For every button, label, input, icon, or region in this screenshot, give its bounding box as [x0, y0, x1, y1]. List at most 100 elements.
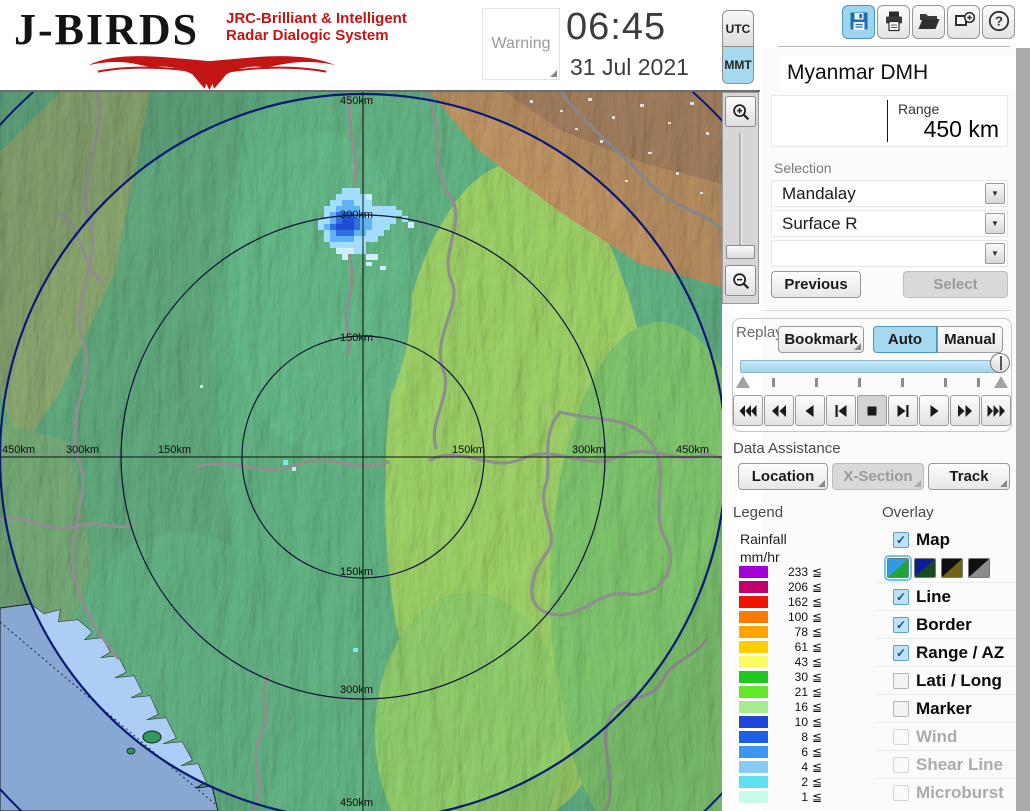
legend-value: 43 — [768, 655, 808, 669]
svg-text:300km: 300km — [340, 684, 373, 696]
overlay-item-lati-long[interactable]: Lati / Long — [875, 666, 1016, 694]
lte-symbol: ≦ — [812, 715, 822, 729]
play-reverse-icon — [801, 404, 819, 418]
section-divider — [765, 310, 1012, 311]
save-button[interactable] — [842, 5, 875, 39]
previous-button[interactable]: Previous — [771, 271, 861, 298]
help-button[interactable]: ? — [982, 5, 1015, 39]
manual-mode-button[interactable]: Manual — [937, 326, 1003, 353]
replay-timeline-track[interactable] — [740, 360, 1003, 373]
rewind-icon — [770, 404, 788, 418]
timeline-start-marker — [736, 376, 750, 388]
svg-text:450km: 450km — [2, 444, 35, 456]
track-button[interactable]: Track — [928, 463, 1010, 490]
radar-map[interactable]: 450km 300km 150km 150km 300km 450km 450k… — [0, 92, 722, 811]
open-folder-button[interactable] — [912, 5, 945, 39]
map-style-swatch — [888, 559, 908, 577]
replay-timeline-handle[interactable] — [990, 353, 1010, 373]
map-style-1-button[interactable] — [887, 558, 909, 578]
lte-symbol: ≦ — [812, 685, 822, 699]
legend-swatch — [739, 701, 768, 713]
overlay-item-border[interactable]: ✓Border — [875, 610, 1016, 638]
save-icon — [847, 9, 871, 36]
legend-row: 78≦ — [739, 626, 822, 638]
data-assistance-label: Data Assistance — [733, 440, 841, 457]
lte-symbol: ≦ — [812, 640, 822, 654]
option-dropdown-button[interactable]: ▼ — [985, 243, 1005, 264]
select-button[interactable]: Select — [903, 271, 1008, 298]
playback-jump-end-button[interactable] — [888, 395, 918, 426]
legend-row: 1≦ — [739, 791, 822, 803]
playback-play-button[interactable] — [919, 395, 949, 426]
legend-row: 61≦ — [739, 641, 822, 653]
checkbox[interactable]: ✓ — [893, 617, 909, 633]
jbirds-app: J-BIRDS JRC-Brilliant & Intelligent Rada… — [0, 0, 1030, 811]
location-button[interactable]: Location — [738, 463, 828, 490]
site-dropdown[interactable]: Mandalay ▼ — [771, 180, 1008, 207]
overlay-item-label: Map — [916, 530, 950, 550]
map-style-3-button[interactable] — [941, 558, 963, 578]
legend-row: 100≦ — [739, 611, 822, 623]
lte-symbol: ≦ — [812, 655, 822, 669]
checkbox[interactable] — [893, 673, 909, 689]
control-panel: Myanmar DMH Range 450 km Selection Manda… — [762, 48, 1016, 811]
svg-text:450km: 450km — [340, 797, 373, 809]
overlay-item-range-az[interactable]: ✓ Range / AZ — [875, 638, 1016, 666]
checkbox[interactable]: ✓ — [893, 589, 909, 605]
playback-fast-forward-button[interactable] — [981, 395, 1011, 426]
map-style-4-button[interactable] — [968, 558, 990, 578]
auto-mode-button[interactable]: Auto — [873, 326, 937, 353]
playback-forward-button[interactable] — [950, 395, 980, 426]
menu-corner-icon — [854, 343, 861, 350]
playback-stop-button[interactable] — [857, 395, 887, 426]
playback-fast-rewind-button[interactable] — [733, 395, 763, 426]
zoom-out-button[interactable] — [725, 265, 756, 296]
overlay-item-label: Lati / Long — [916, 671, 1002, 691]
overlay-item-line[interactable]: ✓Line — [875, 582, 1016, 610]
zoom-slider-handle[interactable] — [726, 245, 755, 259]
overlay-item-marker[interactable]: Marker — [875, 694, 1016, 722]
map-style-2-button[interactable] — [914, 558, 936, 578]
zoom-in-button[interactable] — [725, 96, 756, 127]
screenshot-icon — [952, 9, 976, 36]
product-dropdown-button[interactable]: ▼ — [985, 213, 1005, 234]
site-dropdown-button[interactable]: ▼ — [985, 183, 1005, 204]
map-style-swatch — [969, 559, 989, 577]
chevron-down-icon: ▼ — [991, 249, 999, 258]
zoom-out-icon — [730, 270, 752, 292]
screenshot-button[interactable] — [947, 5, 980, 39]
bookmark-button[interactable]: Bookmark — [778, 326, 864, 353]
chevron-down-icon: ▼ — [991, 189, 999, 198]
overlay-item-label: Range / AZ — [916, 643, 1004, 663]
legend-swatch — [739, 731, 768, 743]
open-folder-icon — [917, 9, 941, 36]
option-dropdown[interactable]: ▼ — [771, 240, 1008, 267]
mmt-button[interactable]: MMT — [722, 47, 754, 84]
eagle-icon — [22, 48, 402, 90]
checkbox[interactable]: ✓ — [893, 645, 909, 661]
zoom-slider-rail[interactable] — [739, 133, 742, 251]
x-section-button[interactable]: X-Section — [832, 463, 924, 490]
playback-jump-start-button[interactable] — [826, 395, 856, 426]
svg-text:150km: 150km — [158, 444, 191, 456]
range-label: Range — [898, 101, 939, 117]
product-dropdown[interactable]: Surface R ▼ — [771, 210, 1008, 237]
warning-button[interactable]: Warning — [482, 8, 560, 80]
overlay-item-label: Wind — [916, 727, 957, 747]
print-button[interactable] — [877, 5, 910, 39]
overlay-item-map[interactable]: ✓ Map — [875, 526, 1016, 554]
chevron-down-icon: ▼ — [991, 219, 999, 228]
checkbox[interactable]: ✓ — [893, 532, 909, 548]
fast-rewind-icon — [739, 404, 757, 418]
station-name: Myanmar DMH — [779, 56, 1016, 90]
playback-play-reverse-button[interactable] — [795, 395, 825, 426]
jbirds-logo: J-BIRDS JRC-Brilliant & Intelligent Rada… — [8, 2, 428, 90]
legend-swatch — [739, 671, 768, 683]
legend-value: 21 — [768, 685, 808, 699]
playback-rewind-button[interactable] — [764, 395, 794, 426]
menu-corner-icon — [818, 480, 825, 487]
utc-button[interactable]: UTC — [722, 10, 754, 47]
checkbox — [893, 785, 909, 801]
map-zoom-control — [722, 92, 759, 304]
checkbox[interactable] — [893, 701, 909, 717]
